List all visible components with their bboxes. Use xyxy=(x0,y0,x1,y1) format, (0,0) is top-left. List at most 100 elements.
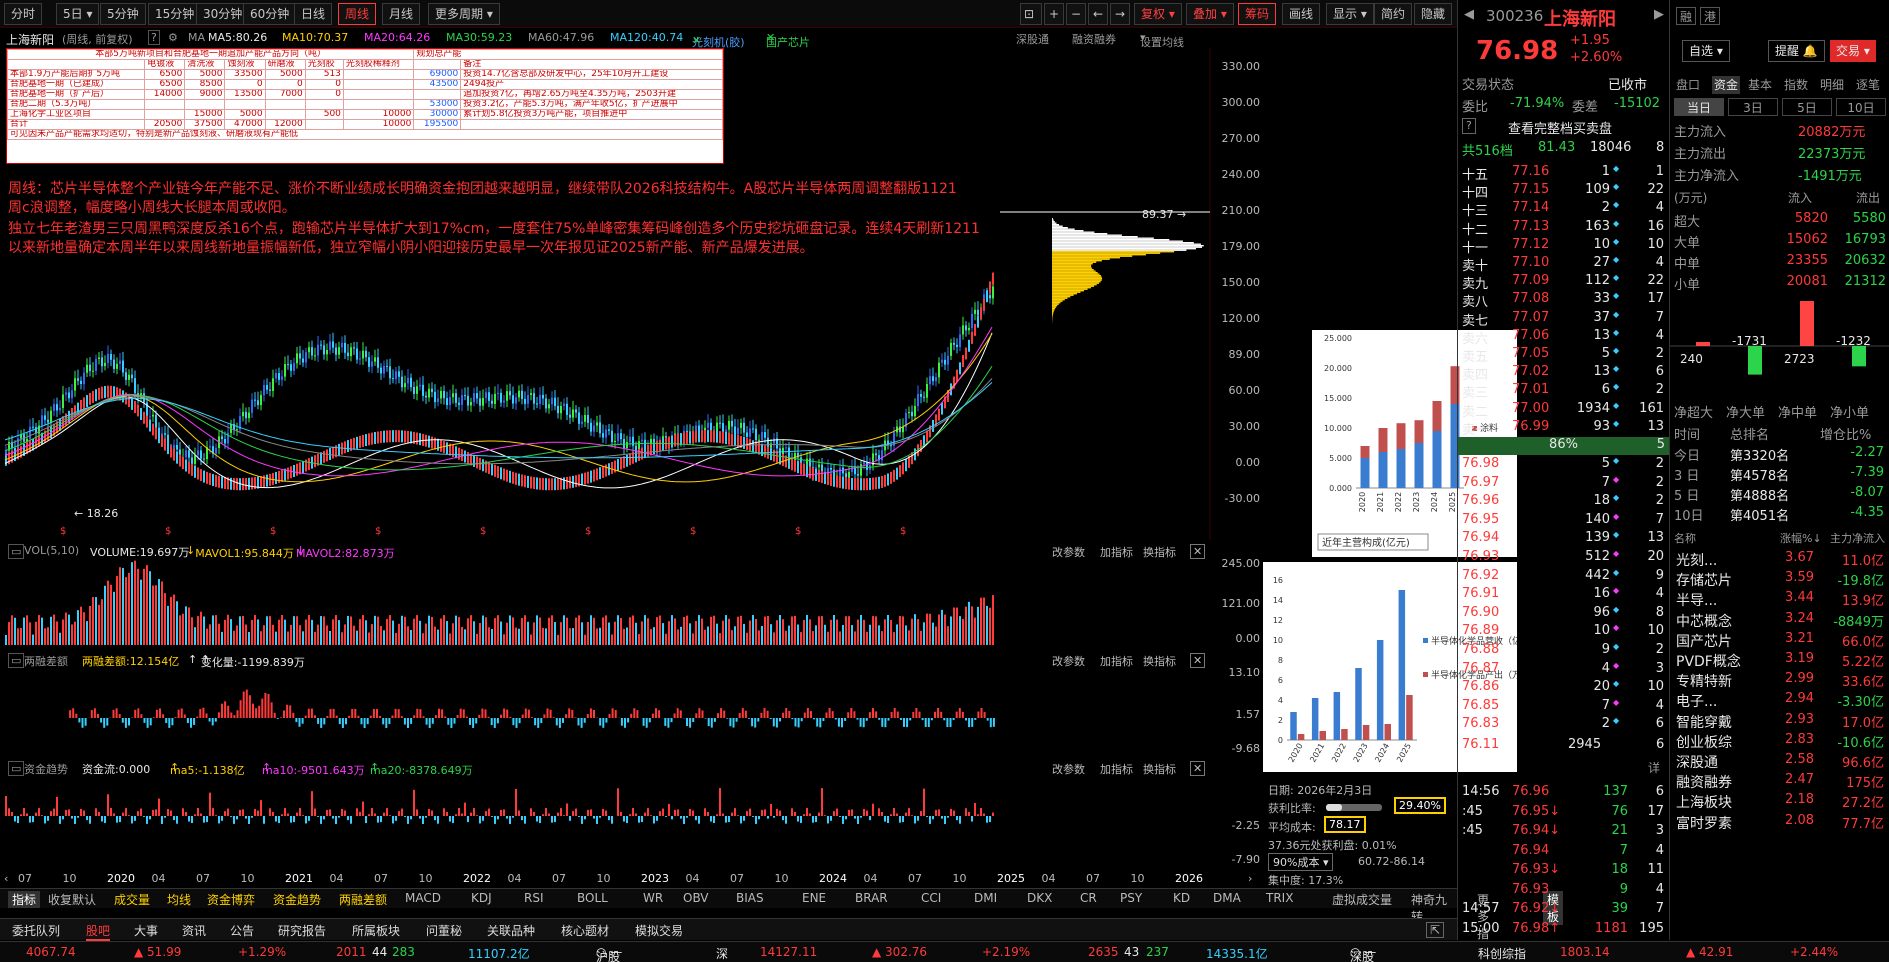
fund-period-tab[interactable]: 当日 xyxy=(1674,98,1724,116)
sector-name[interactable]: 电子... xyxy=(1676,691,1717,710)
vol-switch-indicator[interactable]: 换指标 xyxy=(1143,544,1176,560)
indicator-tab[interactable]: 收复默认 xyxy=(48,891,96,908)
margin-add-indicator[interactable]: 加指标 xyxy=(1100,653,1133,669)
margin-close-icon[interactable]: ✕ xyxy=(1190,653,1206,668)
sector-name[interactable]: 创业板综 xyxy=(1676,732,1732,751)
concept-tag-2[interactable]: 国产芯片 ✕ xyxy=(766,31,810,48)
indicator-tab[interactable]: KDJ xyxy=(471,891,492,905)
draw-line-button[interactable]: 画线 xyxy=(1282,3,1321,25)
sector-name[interactable]: 专精特新 xyxy=(1676,671,1732,690)
sgt-label[interactable]: 深股通 ○ — xyxy=(1350,945,1376,962)
indicator-tab[interactable]: 指标 xyxy=(8,891,41,908)
indicator-tab[interactable]: WR xyxy=(643,891,663,905)
sector-name[interactable]: 深股通 xyxy=(1676,752,1718,771)
indicator-tab[interactable]: CCI xyxy=(921,891,941,905)
sector-name[interactable]: 国产芯片 xyxy=(1676,631,1732,650)
vol-close-icon[interactable]: ✕ xyxy=(1190,544,1206,559)
margin-edit-params[interactable]: 改参数 xyxy=(1052,653,1085,669)
sector-name[interactable]: 中芯概念 xyxy=(1676,611,1732,630)
period-day[interactable]: 日线 xyxy=(294,3,333,25)
info-tab[interactable]: 所属板块 xyxy=(352,922,400,939)
info-tab[interactable]: 模拟交易 xyxy=(635,922,683,939)
indicator-tab[interactable]: 虚拟成交量 xyxy=(1332,891,1392,908)
indicator-tab[interactable]: ENE xyxy=(802,891,826,905)
info-tab[interactable]: 股吧 xyxy=(86,922,111,941)
display-button[interactable]: 显示 ▾ xyxy=(1326,3,1374,25)
chips-button[interactable]: 筹码 xyxy=(1238,3,1277,25)
indicator-tab[interactable]: 资金趋势 xyxy=(273,891,321,908)
indicator-tab[interactable]: OBV xyxy=(683,891,709,905)
indicator-tab[interactable]: PSY xyxy=(1120,891,1142,905)
scroll-right-icon[interactable]: › xyxy=(1248,872,1252,885)
info-tab[interactable]: 公告 xyxy=(230,922,254,939)
sector-name[interactable]: 智能穿戴 xyxy=(1676,712,1732,731)
scroll-left-icon[interactable]: ‹ xyxy=(4,872,8,885)
indicator-tab[interactable]: 资金博弈 xyxy=(207,891,255,908)
zoom-out-icon[interactable]: − xyxy=(1066,3,1086,25)
fund-menu-icon[interactable]: ▭ xyxy=(8,761,25,776)
fund-tab[interactable]: 盘口 xyxy=(1676,76,1700,94)
fund-close-icon[interactable]: ✕ xyxy=(1190,761,1206,776)
prev-stock-icon[interactable]: ◀ xyxy=(1464,7,1474,25)
indicator-tab[interactable]: MACD xyxy=(405,891,441,905)
period-month[interactable]: 月线 xyxy=(382,3,421,25)
margin-switch-indicator[interactable]: 换指标 xyxy=(1143,653,1176,669)
fund-period-tab[interactable]: 5日 xyxy=(1782,98,1832,116)
vol-edit-params[interactable]: 改参数 xyxy=(1052,544,1085,560)
fund-period-tab[interactable]: 10日 xyxy=(1836,98,1886,116)
indicator-tab[interactable]: DKX xyxy=(1027,891,1052,905)
indicator-tab[interactable]: 均线 xyxy=(167,891,191,908)
next-stock-icon[interactable]: ▶ xyxy=(1654,7,1664,25)
indicator-tab[interactable]: DMI xyxy=(974,891,997,905)
simple-button[interactable]: 简约 xyxy=(1374,3,1413,25)
fuquan-button[interactable]: 复权 ▾ xyxy=(1134,3,1182,25)
remind-button[interactable]: 提醒 🔔 xyxy=(1768,40,1825,62)
info-tab[interactable]: 大事 xyxy=(134,922,158,939)
overlay-button[interactable]: 叠加 ▾ xyxy=(1186,3,1234,25)
fund-tab[interactable]: 资金 xyxy=(1712,76,1741,94)
lock-icon[interactable]: ⊡ xyxy=(1020,3,1042,25)
popout-icon[interactable]: ⇱ xyxy=(1426,922,1445,938)
period-5day[interactable]: 5日 ▾ xyxy=(56,3,100,25)
info-tab[interactable]: 关联品种 xyxy=(487,922,535,939)
indicator-tab[interactable]: 成交量 xyxy=(114,891,150,908)
fund-edit-params[interactable]: 改参数 xyxy=(1052,761,1085,777)
vol-add-indicator[interactable]: 加指标 xyxy=(1100,544,1133,560)
indicator-tab[interactable]: KD xyxy=(1173,891,1190,905)
indicator-tab[interactable]: BRAR xyxy=(855,891,888,905)
link-margin[interactable]: 融资融券 xyxy=(1072,31,1116,47)
help-icon-2[interactable]: ? xyxy=(1462,118,1476,134)
sector-name[interactable]: 上海板块 xyxy=(1676,792,1732,811)
sector-name[interactable]: 富时罗素 xyxy=(1676,813,1732,832)
sector-name[interactable]: 半导... xyxy=(1676,590,1717,609)
sector-name[interactable]: 存储芯片 xyxy=(1676,570,1732,589)
help-icon[interactable]: ? xyxy=(148,30,160,45)
indicator-tab[interactable]: 两融差额 xyxy=(339,891,387,908)
fund-tab[interactable]: 基本 xyxy=(1748,76,1772,94)
period-week[interactable]: 周线 xyxy=(338,3,377,25)
vol-menu-icon[interactable]: ▭ xyxy=(8,544,25,559)
sector-name[interactable]: 光刻... xyxy=(1676,550,1717,569)
sector-name[interactable]: 融资融券 xyxy=(1676,772,1732,791)
info-tab[interactable]: 核心题材 xyxy=(561,922,609,939)
fund-period-tab[interactable]: 3日 xyxy=(1728,98,1778,116)
zixuan-button[interactable]: 自选 ▾ xyxy=(1682,40,1730,62)
zoom-in-icon[interactable]: + xyxy=(1044,3,1064,25)
fund-tab[interactable]: 逐笔 xyxy=(1856,76,1880,94)
indicator-tab[interactable]: DMA xyxy=(1213,891,1241,905)
indicator-tab[interactable]: TRIX xyxy=(1266,891,1293,905)
indicator-tab[interactable]: BOLL xyxy=(577,891,608,905)
detail-link[interactable]: 详 xyxy=(1648,759,1660,777)
info-tab[interactable]: 问董秘 xyxy=(426,922,462,939)
period-5min[interactable]: 5分钟 xyxy=(100,3,146,25)
indicator-tab[interactable]: BIAS xyxy=(736,891,764,905)
period-more[interactable]: 更多周期 ▾ xyxy=(428,3,500,25)
period-60min[interactable]: 60分钟 xyxy=(243,3,297,25)
trade-button[interactable]: 交易 ▾ xyxy=(1830,40,1876,62)
link-ma-settings[interactable]: 设置均线 ▾ xyxy=(1140,31,1184,48)
fund-add-indicator[interactable]: 加指标 xyxy=(1100,761,1133,777)
vol-chart[interactable] xyxy=(0,559,1210,649)
sector-name[interactable]: PVDF概念 xyxy=(1676,651,1741,670)
margin-chart[interactable] xyxy=(0,668,1210,758)
period-fenshi[interactable]: 分时 xyxy=(4,3,43,25)
